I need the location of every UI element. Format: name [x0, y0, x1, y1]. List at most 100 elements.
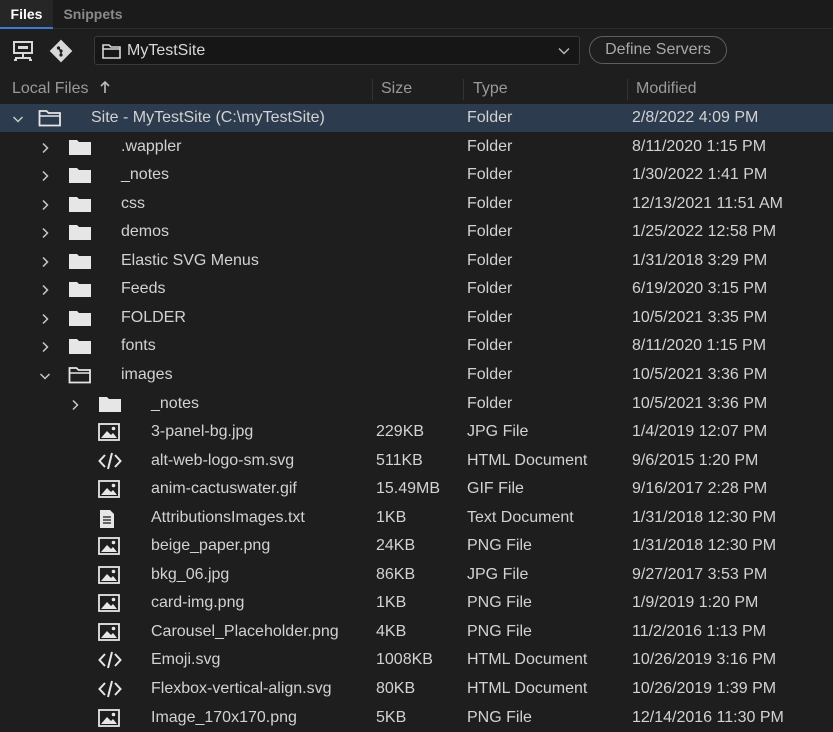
tree-file-row[interactable]: 3-panel-bg.jpg 229KB JPG File 1/4/2019 12:0… — [0, 418, 833, 446]
file-modified: 10/5/2021 3:36 PM — [632, 365, 768, 383]
file-name: alt-web-logo-sm.svg — [151, 451, 295, 469]
chevron-right-icon[interactable] — [39, 283, 51, 296]
tree-file-row[interactable]: bkg_06.jpg 86KB JPG File 9/27/2017 3:53 PM — [0, 561, 833, 589]
sort-ascending-icon[interactable] — [99, 80, 111, 99]
tree-file-row[interactable]: anim-cactuswater.gif 15.49MB GIF File 9/16/… — [0, 475, 833, 503]
define-servers-button[interactable]: Define Servers — [589, 36, 727, 64]
folder-icon — [68, 195, 92, 218]
file-type: Folder — [467, 308, 513, 326]
file-modified: 10/5/2021 3:35 PM — [632, 308, 768, 326]
tree-file-row[interactable]: Carousel_Placeholder.png 4KB PNG File 11/2/… — [0, 618, 833, 646]
file-type: Folder — [467, 109, 513, 126]
code-file-icon — [98, 680, 122, 703]
code-file-icon — [98, 452, 122, 475]
file-name: css — [121, 194, 145, 212]
file-size: 1008KB — [376, 651, 433, 669]
tree-folder-row[interactable]: Site - MyTestSite (C:\myTestSite) Folder 2… — [0, 104, 833, 132]
tree-folder-row[interactable]: Elastic SVG Menus Folder 1/31/2018 3:29 PM — [0, 247, 833, 275]
git-icon[interactable] — [48, 38, 74, 64]
image-file-icon — [98, 423, 120, 446]
tree-folder-row[interactable]: .wappler Folder 8/11/2020 1:15 PM — [0, 133, 833, 161]
tree-file-row[interactable]: Emoji.svg 1008KB HTML Document 10/26/2019 3… — [0, 646, 833, 674]
folder-icon — [68, 309, 92, 332]
tree-file-row[interactable]: beige_paper.png 24KB PNG File 1/31/2018 12:… — [0, 532, 833, 560]
file-tree: Site - MyTestSite (C:\myTestSite) Folder 2… — [0, 104, 833, 731]
site-select[interactable]: MyTestSite — [94, 36, 580, 65]
column-type[interactable]: Type — [473, 76, 508, 103]
file-modified: 9/16/2017 2:28 PM — [632, 480, 768, 498]
file-modified: 2/8/2022 4:09 PM — [632, 109, 759, 126]
folder-icon — [68, 280, 92, 303]
tab-snippets[interactable]: Snippets — [53, 0, 133, 29]
tab-files[interactable]: Files — [0, 0, 53, 29]
chevron-down-icon[interactable] — [12, 112, 24, 124]
chevron-right-icon[interactable] — [39, 198, 51, 210]
chevron-right-icon[interactable] — [39, 312, 51, 324]
chevron-right-icon[interactable] — [39, 141, 51, 153]
file-size: 15.49MB — [376, 480, 441, 498]
file-modified: 1/25/2022 12:58 PM — [632, 223, 777, 241]
column-local-files[interactable]: Local Files — [12, 76, 88, 103]
file-size: 24KB — [376, 537, 416, 555]
folder-icon — [98, 395, 122, 418]
file-modified: 6/19/2020 3:15 PM — [632, 280, 768, 298]
tree-folder-row[interactable]: _notes Folder 10/5/2021 3:36 PM — [0, 390, 833, 418]
folder-icon — [102, 43, 121, 64]
file-size: 511KB — [376, 451, 423, 469]
tree-file-row[interactable]: card-img.png 1KB PNG File 1/9/2019 1:20 PM — [0, 589, 833, 617]
file-modified: 8/11/2020 1:15 PM — [632, 137, 767, 155]
image-file-icon — [98, 537, 120, 560]
tree-file-row[interactable]: alt-web-logo-sm.svg 511KB HTML Document 9/6… — [0, 447, 833, 475]
chevron-right-icon[interactable] — [39, 255, 51, 267]
file-type: Folder — [467, 137, 513, 155]
file-modified: 12/14/2016 11:30 PM — [632, 708, 784, 726]
file-modified: 10/26/2019 3:16 PM — [632, 651, 777, 669]
file-name: Carousel_Placeholder.png — [151, 622, 339, 640]
tree-folder-row[interactable]: images Folder 10/5/2021 3:36 PM — [0, 361, 833, 389]
file-modified: 1/31/2018 12:30 PM — [632, 508, 777, 526]
file-name: beige_paper.png — [151, 537, 271, 555]
file-type: Folder — [467, 337, 513, 355]
file-type: Folder — [467, 394, 513, 412]
folder-icon — [68, 252, 92, 275]
file-type: Folder — [467, 280, 513, 298]
file-type: Folder — [467, 365, 513, 383]
file-type: PNG File — [467, 708, 532, 726]
file-modified: 8/11/2020 1:15 PM — [632, 337, 767, 355]
tree-folder-row[interactable]: _notes Folder 1/30/2022 1:41 PM — [0, 161, 833, 189]
file-name: anim-cactuswater.gif — [151, 480, 297, 498]
column-modified[interactable]: Modified — [636, 76, 696, 103]
tree-folder-row[interactable]: Feeds Folder 6/19/2020 3:15 PM — [0, 275, 833, 303]
file-name: card-img.png — [151, 594, 245, 612]
file-name: Image_170x170.png — [151, 708, 297, 726]
column-divider[interactable] — [372, 79, 373, 100]
chevron-right-icon[interactable] — [39, 169, 51, 182]
image-file-icon — [98, 480, 120, 503]
column-divider[interactable] — [627, 79, 628, 100]
tree-file-row[interactable]: AttributionsImages.txt 1KB Text Document 1/… — [0, 504, 833, 532]
tree-folder-row[interactable]: css Folder 12/13/2021 11:51 AM — [0, 190, 833, 218]
chevron-right-icon[interactable] — [39, 340, 51, 353]
column-divider[interactable] — [463, 79, 464, 100]
chevron-down-icon[interactable] — [39, 369, 51, 381]
file-size: 80KB — [376, 680, 416, 697]
file-name: fonts — [121, 337, 156, 355]
file-modified: 1/30/2022 1:41 PM — [632, 166, 768, 184]
file-name: images — [121, 365, 173, 383]
file-name: FOLDER — [121, 308, 186, 326]
tree-file-row[interactable]: Flexbox-vertical-align.svg 80KB HTML Docum… — [0, 675, 833, 703]
tree-folder-row[interactable]: demos Folder 1/25/2022 12:58 PM — [0, 218, 833, 246]
image-file-icon — [98, 622, 120, 646]
file-name: bkg_06.jpg — [151, 565, 230, 583]
server-connect-icon[interactable] — [10, 38, 36, 64]
chevron-down-icon — [557, 44, 571, 63]
file-type: PNG File — [467, 594, 532, 612]
chevron-right-icon[interactable] — [69, 398, 81, 410]
column-size[interactable]: Size — [381, 76, 412, 103]
tree-folder-row[interactable]: fonts Folder 8/11/2020 1:15 PM — [0, 332, 833, 360]
file-type: JPG File — [467, 423, 529, 441]
chevron-right-icon[interactable] — [39, 226, 51, 239]
tree-folder-row[interactable]: FOLDER Folder 10/5/2021 3:35 PM — [0, 304, 833, 332]
tree-file-row[interactable]: Image_170x170.png 5KB PNG File 12/14/2016 1… — [0, 704, 833, 732]
text-file-icon — [98, 509, 116, 534]
